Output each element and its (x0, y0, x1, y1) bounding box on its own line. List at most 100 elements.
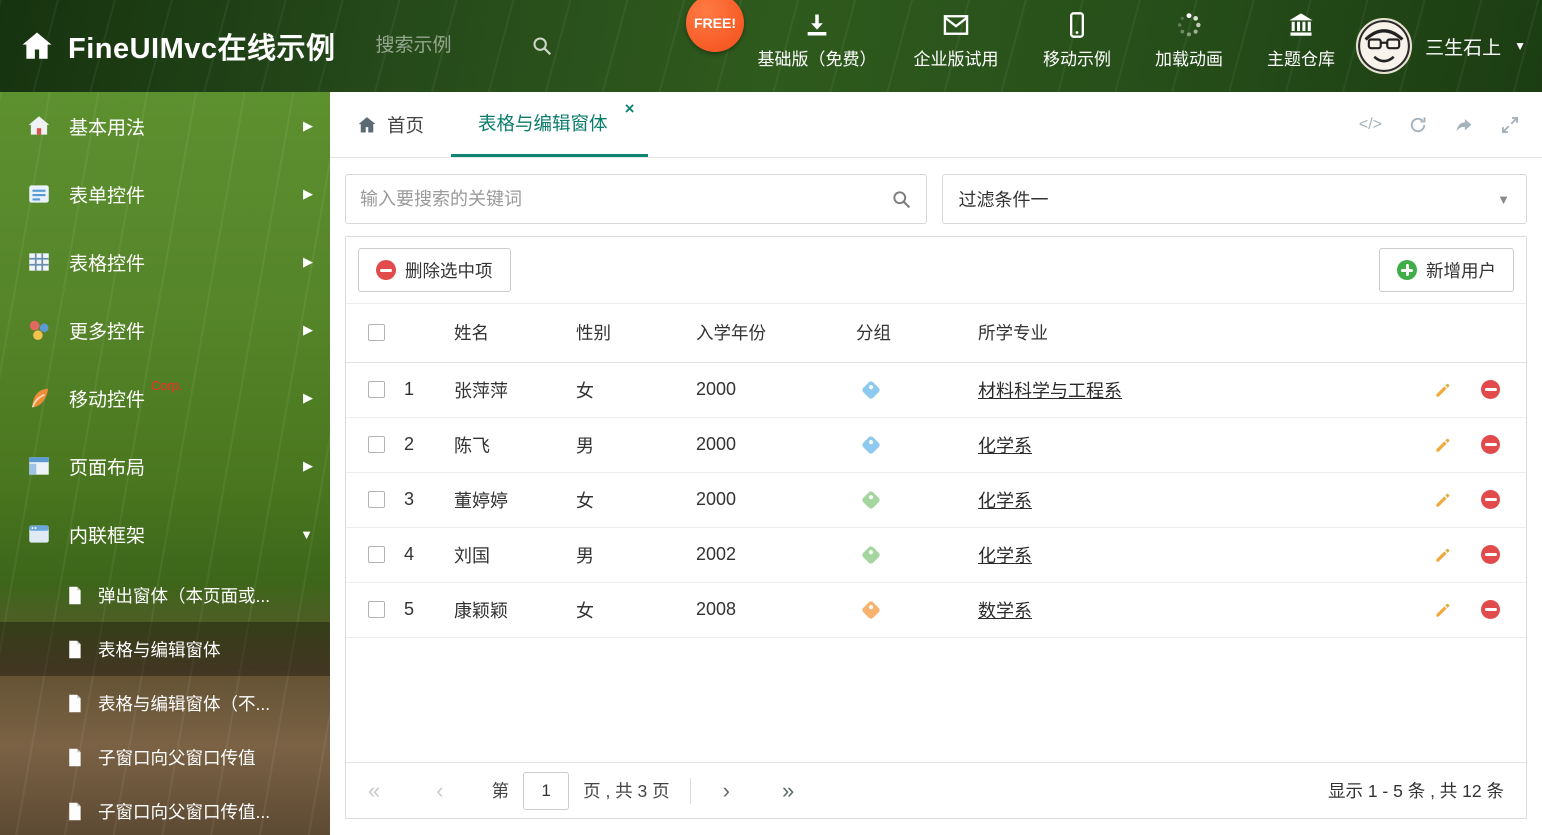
table-row[interactable]: 5 康颖颖 女 2008 数学系 (346, 582, 1526, 638)
cell-year: 2008 (696, 582, 856, 638)
sidebar-item-iframe[interactable]: 内联框架 ▼ (0, 500, 330, 568)
tab-grid-edit-window[interactable]: 表格与编辑窗体 × (451, 92, 648, 157)
sidebar-subitem-child-to-parent[interactable]: 子窗口向父窗口传值 (0, 730, 330, 784)
edit-icon[interactable] (1433, 600, 1453, 620)
tab-home[interactable]: 首页 (330, 92, 451, 157)
pager-first-icon[interactable]: « (368, 779, 380, 802)
table-header-row: 姓名 性别 入学年份 分组 所学专业 (346, 304, 1526, 363)
major-link[interactable]: 化学系 (978, 491, 1032, 511)
file-icon (69, 748, 81, 766)
table-row[interactable]: 2 陈飞 男 2000 化学系 (346, 417, 1526, 473)
delete-row-icon[interactable] (1481, 545, 1500, 564)
header-search-input[interactable] (375, 35, 531, 57)
cell-gender: 男 (576, 527, 696, 583)
sidebar-item-basic-usage[interactable]: 基本用法 ▶ (0, 92, 330, 160)
table-row[interactable]: 1 张萍萍 女 2000 材料科学与工程系 (346, 362, 1526, 418)
search-icon[interactable] (531, 35, 553, 57)
tag-icon (861, 544, 881, 565)
nav-theme-repo[interactable]: 主题仓库 (1258, 11, 1344, 70)
close-icon[interactable]: × (625, 100, 635, 117)
major-link[interactable]: 化学系 (978, 546, 1032, 566)
row-checkbox[interactable] (368, 381, 385, 398)
filter-dropdown[interactable]: 过滤条件一 ▼ (941, 174, 1527, 224)
col-name: 姓名 (454, 304, 576, 363)
pager-next-icon[interactable]: › (723, 779, 730, 802)
form-icon (29, 185, 49, 203)
tag-icon (861, 434, 881, 455)
cell-name: 张萍萍 (454, 362, 576, 418)
pager-label-suffix: 页 , 共 3 页 (583, 781, 670, 801)
nav-loading-animation[interactable]: 加载动画 (1146, 11, 1232, 70)
delete-row-icon[interactable] (1481, 435, 1500, 454)
edit-icon[interactable] (1433, 380, 1453, 400)
sidebar-subitem-grid-edit-window-2[interactable]: 表格与编辑窗体（不... (0, 676, 330, 730)
keyword-search-input[interactable] (360, 188, 891, 210)
expand-icon[interactable] (1500, 115, 1520, 135)
sidebar-item-more-controls[interactable]: 更多控件 ▶ (0, 296, 330, 364)
col-group: 分组 (856, 304, 978, 363)
row-checkbox[interactable] (368, 601, 385, 618)
user-table: 姓名 性别 入学年份 分组 所学专业 1 张萍萍 女 2000 材料科学与工程系… (346, 304, 1526, 638)
cell-year: 2002 (696, 527, 856, 583)
grid-toolbar: 删除选中项 新增用户 (346, 237, 1526, 304)
row-index: 2 (404, 417, 454, 473)
pager-last-icon[interactable]: » (782, 779, 794, 802)
sidebar-item-mobile-controls[interactable]: 移动控件 Corp. ▶ (0, 364, 330, 432)
major-link[interactable]: 材料科学与工程系 (978, 381, 1122, 401)
user-menu[interactable]: 三生石上 ▼ (1356, 0, 1526, 92)
edit-icon[interactable] (1433, 490, 1453, 510)
edit-icon[interactable] (1433, 545, 1453, 565)
page-number-input[interactable]: 1 (523, 771, 570, 810)
nav-label: 移动示例 (1043, 50, 1111, 69)
sidebar-subitem-child-to-parent-2[interactable]: 子窗口向父窗口传值... (0, 784, 330, 835)
sidebar-item-page-layout[interactable]: 页面布局 ▶ (0, 432, 330, 500)
nav-enterprise-trial[interactable]: 企业版试用 (904, 11, 1008, 70)
major-link[interactable]: 数学系 (978, 601, 1032, 621)
sidebar-item-form-controls[interactable]: 表单控件 ▶ (0, 160, 330, 228)
pager-prev-icon[interactable]: ‹ (436, 779, 443, 802)
home-icon (28, 116, 50, 135)
file-icon (69, 694, 81, 712)
nav-label: 主题仓库 (1267, 50, 1335, 69)
sidebar-item-label: 表格控件 (69, 253, 146, 275)
view-source-icon[interactable]: </> (1359, 116, 1382, 134)
cell-year: 2000 (696, 472, 856, 528)
nav-mobile-demo[interactable]: 移动示例 (1034, 11, 1120, 70)
share-icon[interactable] (1454, 115, 1474, 135)
row-index: 3 (404, 472, 454, 528)
grid-panel: 删除选中项 新增用户 姓名 性别 入学年份 分组 所学专业 1 张萍萍 女 20… (345, 236, 1527, 819)
table-row[interactable]: 4 刘国 男 2002 化学系 (346, 527, 1526, 583)
free-badge: FREE! (686, 0, 744, 52)
refresh-icon[interactable] (1408, 115, 1428, 135)
tag-icon (861, 379, 881, 400)
sidebar-subitem-grid-edit-window[interactable]: 表格与编辑窗体 (0, 622, 330, 676)
nav-basic-edition[interactable]: 基础版（免费） (756, 11, 878, 70)
search-icon[interactable] (891, 189, 912, 210)
header-nav: 基础版（免费） 企业版试用 移动示例 加载动画 主题仓库 (756, 11, 1344, 70)
chevron-right-icon: ▶ (303, 322, 313, 337)
sidebar-subitem-label: 子窗口向父窗口传值 (98, 747, 256, 768)
edit-icon[interactable] (1433, 435, 1453, 455)
cell-gender: 女 (576, 582, 696, 638)
select-all-checkbox[interactable] (368, 324, 385, 342)
add-user-button[interactable]: 新增用户 (1379, 248, 1514, 292)
delete-row-icon[interactable] (1481, 600, 1500, 619)
grid-body: 姓名 性别 入学年份 分组 所学专业 1 张萍萍 女 2000 材料科学与工程系… (346, 304, 1526, 762)
sidebar-item-label: 更多控件 (69, 321, 146, 343)
spinner-icon (1177, 13, 1201, 37)
row-checkbox[interactable] (368, 436, 385, 453)
major-link[interactable]: 化学系 (978, 436, 1032, 456)
sidebar-item-grid-controls[interactable]: 表格控件 ▶ (0, 228, 330, 296)
sidebar-subitem-popup-window[interactable]: 弹出窗体（本页面或... (0, 568, 330, 622)
delete-selected-button[interactable]: 删除选中项 (358, 248, 511, 292)
minus-circle-icon (376, 260, 396, 280)
row-checkbox[interactable] (368, 546, 385, 563)
delete-row-icon[interactable] (1481, 490, 1500, 509)
table-row[interactable]: 3 董婷婷 女 2000 化学系 (346, 472, 1526, 528)
tab-label: 表格与编辑窗体 (478, 113, 608, 134)
cell-year: 2000 (696, 362, 856, 418)
home-icon[interactable] (20, 29, 54, 63)
download-icon (807, 14, 827, 36)
delete-row-icon[interactable] (1481, 380, 1500, 399)
row-checkbox[interactable] (368, 491, 385, 508)
